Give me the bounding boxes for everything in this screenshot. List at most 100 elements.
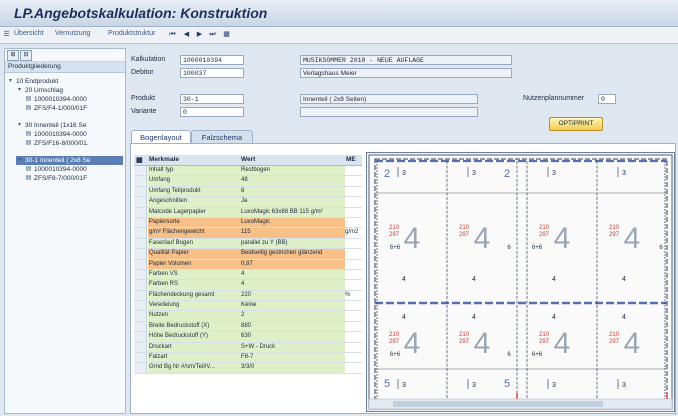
- property-value[interactable]: Restbogen: [240, 166, 345, 176]
- row-selector[interactable]: [134, 301, 147, 311]
- kalkulation-label: Kalkulation: [131, 56, 166, 63]
- expand-icon[interactable]: ⊞: [7, 50, 19, 61]
- property-value[interactable]: Beidseitig gestrichen glänzend: [240, 249, 345, 259]
- row-selector[interactable]: [134, 176, 147, 186]
- property-value[interactable]: 4: [240, 280, 345, 290]
- table-row[interactable]: Nutzen 2: [134, 311, 362, 322]
- table-row[interactable]: Umfang 48: [134, 176, 362, 187]
- title-field[interactable]: MUSIKSOMMER 2010 - NEUE AUFLAGE: [300, 55, 512, 65]
- sheet-layout-svg[interactable]: 4421029721029734434421029721029734434421…: [367, 153, 674, 411]
- property-value[interactable]: parallel zu Y (BB): [240, 238, 345, 249]
- row-selector[interactable]: [134, 353, 147, 363]
- property-value[interactable]: 220: [240, 290, 345, 301]
- grid-icon[interactable]: ▦: [222, 30, 231, 39]
- variante-field[interactable]: 0: [180, 107, 244, 117]
- table-row[interactable]: Papiersorte LuxoMagic: [134, 217, 362, 229]
- produkt-desc-field[interactable]: Innenteil ( 2x8 Seiten): [300, 94, 478, 104]
- table-row[interactable]: Druckart S+W - Druck: [134, 342, 362, 354]
- table-row[interactable]: Grnd Bg Nr #/sm/Teil/V... 3/3/0: [134, 363, 362, 374]
- row-selector[interactable]: [134, 363, 147, 373]
- row-selector[interactable]: [134, 166, 147, 176]
- table-row[interactable]: Qualität Papier Beidseitig gestrichen glä…: [134, 249, 362, 260]
- row-selector[interactable]: [134, 332, 147, 342]
- table-row[interactable]: Papier Volumen 0,87: [134, 259, 362, 270]
- row-selector[interactable]: [134, 269, 147, 280]
- property-value[interactable]: 630: [240, 332, 345, 342]
- property-value[interactable]: Keine: [240, 301, 345, 311]
- next-icon[interactable]: ▶: [195, 30, 204, 39]
- row-selector[interactable]: [134, 290, 147, 301]
- tree-node[interactable]: ▾ 30-1 Innenteil ( 2x8 Se: [16, 156, 123, 165]
- row-selector[interactable]: [134, 280, 147, 290]
- prev-icon[interactable]: ◀: [182, 30, 191, 39]
- tree-node[interactable]: ▾ 20 Umschlag: [16, 86, 123, 95]
- row-selector[interactable]: [134, 197, 147, 207]
- row-selector[interactable]: [134, 321, 147, 332]
- table-row[interactable]: g/m² Flächengewicht 115 g/m2: [134, 228, 362, 239]
- row-selector[interactable]: [134, 238, 147, 249]
- property-value[interactable]: 4: [240, 269, 345, 280]
- property-value[interactable]: 115: [240, 228, 345, 238]
- table-row[interactable]: Breite Bedruckstoff (X) 880: [134, 321, 362, 333]
- tree-node[interactable]: ▤ 1000010394-0000: [25, 130, 123, 139]
- toolbar-vernutzung[interactable]: Vernutzung: [55, 30, 90, 37]
- structure-icon[interactable]: ☰: [2, 30, 11, 39]
- property-value[interactable]: 3/3/0: [240, 363, 345, 373]
- row-selector[interactable]: [134, 259, 147, 269]
- property-value[interactable]: LuxoMagic 63x88 BB 115 g/m²: [240, 207, 345, 217]
- row-selector[interactable]: [134, 249, 147, 259]
- dimension-label: 210: [609, 332, 620, 338]
- property-value[interactable]: 2: [240, 311, 345, 321]
- dimension-label: 297: [609, 232, 620, 238]
- debitor-field[interactable]: 100037: [180, 68, 244, 78]
- produkt-field[interactable]: 30-1: [180, 94, 244, 104]
- table-row[interactable]: Farben RS 4: [134, 280, 362, 291]
- nutzen-field[interactable]: 0: [598, 94, 616, 104]
- row-selector[interactable]: [134, 186, 147, 197]
- tree-node[interactable]: ▤ ZFS/F4-1/000/01F: [25, 104, 123, 113]
- customer-field[interactable]: Verlagshaus Meier: [300, 68, 512, 78]
- row-selector[interactable]: [134, 207, 147, 217]
- table-row[interactable]: Matcode Lagerpapier LuxoMagic 63x88 BB 11…: [134, 207, 362, 218]
- property-value[interactable]: 0,87: [240, 259, 345, 269]
- table-row[interactable]: Inhalt typ Restbogen: [134, 166, 362, 177]
- row-selector[interactable]: [134, 342, 147, 353]
- table-row[interactable]: Flächendeckung gesamt 220%: [134, 290, 362, 302]
- tree-node[interactable]: ▤ 1000010394-0000: [25, 165, 123, 174]
- table-row[interactable]: Farben VS 4: [134, 269, 362, 281]
- tree-node[interactable]: ▾ 30 Innenteil (1x16 Se: [16, 121, 123, 130]
- property-value[interactable]: 880: [240, 321, 345, 332]
- property-value[interactable]: S+W - Druck: [240, 342, 345, 353]
- collapse-icon[interactable]: ⊟: [20, 50, 32, 61]
- first-icon[interactable]: ⏮: [168, 30, 177, 39]
- tree-node[interactable]: ▤ ZFS/F16-8/000/01.: [25, 139, 123, 148]
- tree-node[interactable]: ▾ 10 Endprodukt: [7, 77, 123, 86]
- kalkulation-field[interactable]: 1000010394: [180, 55, 244, 65]
- tree-node[interactable]: ▤ ZFS/F8-7/000/01F: [25, 174, 123, 183]
- tree-node[interactable]: ▤ 1000010394-0000: [25, 95, 123, 104]
- row-selector[interactable]: [134, 228, 147, 238]
- tab-bogenlayout[interactable]: Bogenlayout: [131, 130, 191, 144]
- toolbar-uebersicht[interactable]: Übersicht: [14, 30, 44, 37]
- table-row[interactable]: Höhe Bedruckstoff (Y) 630: [134, 332, 362, 343]
- table-row[interactable]: Angeschnitten Ja: [134, 197, 362, 208]
- property-value[interactable]: 48: [240, 176, 345, 186]
- property-value[interactable]: F8-7: [240, 353, 345, 363]
- variante-desc-field[interactable]: [300, 107, 478, 117]
- row-selector[interactable]: [134, 217, 147, 228]
- property-value[interactable]: 8: [240, 186, 345, 197]
- sheet-layout-canvas[interactable]: 4 4 210 297 210 297 3 4 4 3 4 4 210 297 210 297 3 4 4 3 4 4 21…: [366, 152, 675, 412]
- table-row[interactable]: Umfang Teilprodukt 8: [134, 186, 362, 198]
- toolbar-produktstruktur[interactable]: Produktstruktur: [108, 30, 155, 37]
- table-row[interactable]: Faserlauf Bogen parallel zu Y (BB): [134, 238, 362, 250]
- table-row[interactable]: Veredelung Keine: [134, 301, 362, 312]
- properties-grid-icon[interactable]: ▦: [136, 156, 143, 164]
- col-merkmale: Merkmale: [149, 156, 179, 163]
- last-icon[interactable]: ⏭: [208, 30, 217, 39]
- optiprint-button[interactable]: OPTIPRINT: [549, 117, 603, 131]
- row-selector[interactable]: [134, 311, 147, 321]
- table-row[interactable]: Falzart F8-7: [134, 353, 362, 364]
- property-value[interactable]: LuxoMagic: [240, 217, 345, 228]
- property-value[interactable]: Ja: [240, 197, 345, 207]
- tab-falzschema[interactable]: Falzschema: [191, 130, 253, 144]
